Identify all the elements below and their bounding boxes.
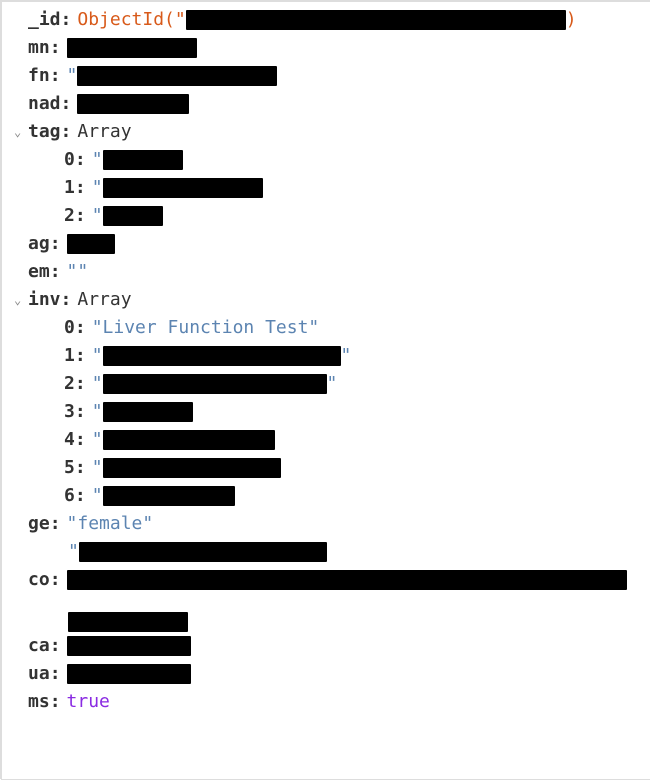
- field-key-mn: mn: [28, 34, 50, 62]
- field-row-ca[interactable]: ca:: [8, 632, 650, 660]
- array-item-inv-5[interactable]: 5: ": [8, 454, 650, 482]
- field-row-em[interactable]: em: "": [8, 258, 650, 286]
- field-row-inv[interactable]: ⌄ inv: Array: [8, 286, 650, 314]
- chevron-down-icon[interactable]: ⌄: [14, 286, 28, 314]
- redaction-block: [103, 178, 263, 198]
- field-row-ua[interactable]: ua:: [8, 660, 650, 688]
- quote-open: ": [92, 202, 103, 230]
- field-key-fn: fn: [28, 62, 50, 90]
- quote-open: ": [92, 398, 103, 426]
- array-index: 2: [64, 202, 75, 230]
- field-row-tag[interactable]: ⌄ tag: Array: [8, 118, 650, 146]
- quote-open: ": [92, 370, 103, 398]
- quote-open: ": [92, 146, 103, 174]
- redaction-block: [103, 458, 281, 478]
- field-key-em: em: [28, 258, 50, 286]
- field-key-ua: ua: [28, 660, 50, 688]
- redaction-block: [79, 542, 327, 562]
- field-value-ge: "female": [67, 510, 154, 538]
- field-row-co-cont: [8, 612, 650, 632]
- quote-open: ": [92, 342, 103, 370]
- field-row-ag[interactable]: ag:: [8, 230, 650, 258]
- field-key-ge: ge: [28, 510, 50, 538]
- chevron-down-icon[interactable]: ⌄: [14, 118, 28, 146]
- redaction-block: [103, 150, 183, 170]
- redaction-block: [103, 206, 163, 226]
- field-key-ag: ag: [28, 230, 50, 258]
- field-row-fn[interactable]: fn: ": [8, 62, 650, 90]
- array-index: 2: [64, 370, 75, 398]
- redaction-block: [67, 570, 627, 590]
- field-key-inv: inv: [28, 286, 61, 314]
- document-view: _id: ObjectId(" ) mn: fn: " nad: ⌄ tag: …: [2, 2, 650, 726]
- field-row-co[interactable]: co:: [8, 566, 650, 594]
- array-index: 6: [64, 482, 75, 510]
- field-row-ms[interactable]: ms: true: [8, 688, 650, 716]
- array-type-label: Array: [77, 286, 131, 314]
- field-key-ms: ms: [28, 688, 50, 716]
- array-item-inv-1[interactable]: 1: " ": [8, 342, 650, 370]
- field-key-co: co: [28, 566, 50, 594]
- redaction-block: [68, 612, 188, 632]
- array-index: 4: [64, 426, 75, 454]
- array-index: 5: [64, 454, 75, 482]
- array-index: 3: [64, 398, 75, 426]
- quote-open: ": [92, 454, 103, 482]
- redaction-block: [77, 66, 277, 86]
- array-item-tag-1[interactable]: 1: ": [8, 174, 650, 202]
- field-value-ms: true: [67, 688, 110, 716]
- redaction-block: [67, 234, 115, 254]
- redaction-block: [67, 664, 191, 684]
- redaction-block: [77, 94, 189, 114]
- array-item-inv-0[interactable]: 0: "Liver Function Test": [8, 314, 650, 342]
- array-item-inv-6[interactable]: 6: ": [8, 482, 650, 510]
- objectid-prefix: ObjectId(": [77, 6, 185, 34]
- quote-close: ": [327, 370, 338, 398]
- array-item-tag-0[interactable]: 0: ": [8, 146, 650, 174]
- field-row-mn[interactable]: mn:: [8, 34, 650, 62]
- redaction-block: [67, 636, 191, 656]
- redaction-block: [103, 374, 327, 394]
- quote-open: ": [67, 62, 78, 90]
- redaction-block: [103, 430, 275, 450]
- redaction-block: [67, 38, 197, 58]
- array-item-inv-4[interactable]: 4: ": [8, 426, 650, 454]
- orphan-value-line: ": [8, 538, 650, 566]
- quote-open: ": [92, 174, 103, 202]
- redaction-block: [103, 402, 193, 422]
- array-item-inv-3[interactable]: 3: ": [8, 398, 650, 426]
- array-item-inv-2[interactable]: 2: " ": [8, 370, 650, 398]
- field-row-id[interactable]: _id: ObjectId(" ): [8, 6, 650, 34]
- redaction-block: [103, 346, 341, 366]
- array-index: 1: [64, 342, 75, 370]
- field-key-tag: tag: [28, 118, 61, 146]
- array-item-tag-2[interactable]: 2: ": [8, 202, 650, 230]
- array-index: 0: [64, 314, 75, 342]
- quote-open: ": [92, 482, 103, 510]
- array-index: 0: [64, 146, 75, 174]
- field-key-ca: ca: [28, 632, 50, 660]
- objectid-suffix: ): [566, 6, 577, 34]
- redaction-block: [103, 486, 235, 506]
- field-key-id: _id: [28, 6, 61, 34]
- field-key-nad: nad: [28, 90, 61, 118]
- quote-open: ": [68, 538, 79, 566]
- redaction-block: [186, 10, 566, 30]
- field-value-em: "": [67, 258, 89, 286]
- field-row-nad[interactable]: nad:: [8, 90, 650, 118]
- array-type-label: Array: [77, 118, 131, 146]
- array-index: 1: [64, 174, 75, 202]
- field-value-inv-0: "Liver Function Test": [92, 314, 320, 342]
- field-row-ge[interactable]: ge: "female": [8, 510, 650, 538]
- quote-open: ": [92, 426, 103, 454]
- quote-close: ": [341, 342, 352, 370]
